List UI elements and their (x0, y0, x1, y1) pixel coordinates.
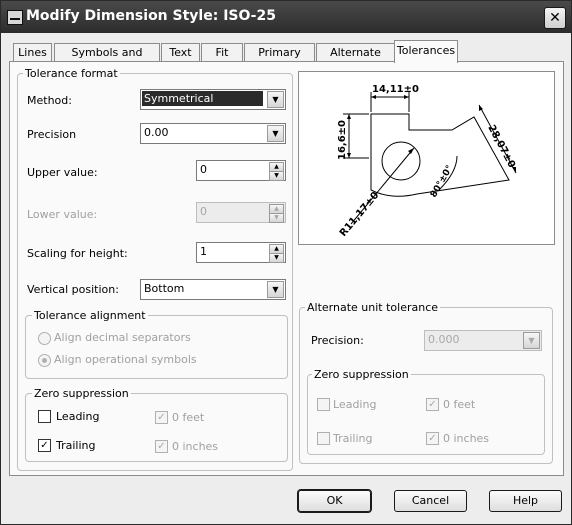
align-operational-label: Align operational symbols (54, 353, 197, 366)
tab-symbols-and-arrows[interactable]: Symbols and Arrows (54, 43, 160, 77)
lower-value-input[interactable]: 0 (200, 205, 207, 218)
autocad-dimstyle-icon (7, 10, 23, 25)
feet-checkbox[interactable]: ✓ (155, 411, 168, 424)
align-operational-radio[interactable] (38, 354, 51, 367)
trailing-label: Trailing (56, 439, 96, 452)
feet-label: 0 feet (172, 411, 205, 424)
alt-leading-label: Leading (333, 398, 377, 411)
alt-feet-checkbox[interactable]: ✓ (426, 398, 439, 411)
tolerance-alignment-group (25, 315, 288, 379)
chevron-down-icon[interactable]: ▼ (267, 281, 284, 298)
part-hole (381, 141, 421, 181)
zero-suppression-legend: Zero suppression (32, 387, 131, 400)
alt-precision-dropdown[interactable]: 0.000 ▼ (424, 330, 542, 351)
dim-angle-text: 80°±0° (429, 164, 455, 200)
chevron-down-icon[interactable]: ▼ (267, 91, 284, 108)
alt-precision-label: Precision: (311, 334, 364, 347)
upper-value-spinner[interactable]: 0 ▲ ▼ (196, 160, 286, 181)
upper-value-label: Upper value: (27, 166, 98, 179)
tab-tolerances[interactable]: Tolerances (394, 40, 458, 63)
dialog-window: Modify Dimension Style: ISO-25 ✕ Lines S… (0, 0, 572, 525)
title-bar[interactable]: Modify Dimension Style: ISO-25 ✕ (1, 1, 571, 33)
tolerance-alignment-legend: Tolerance alignment (32, 309, 148, 322)
scaling-height-spinner[interactable]: 1 ▲ ▼ (196, 242, 286, 263)
spin-down-icon[interactable]: ▼ (269, 213, 284, 223)
lower-value-spinner[interactable]: 0 ▲ ▼ (196, 202, 286, 223)
vertical-position-dropdown[interactable]: Bottom ▼ (140, 279, 286, 300)
trailing-checkbox[interactable]: ✓ (38, 439, 51, 452)
align-decimal-label: Align decimal separators (54, 331, 191, 344)
spin-down-icon[interactable]: ▼ (269, 253, 284, 263)
scaling-height-label: Scaling for height: (27, 247, 128, 260)
alt-trailing-label: Trailing (333, 432, 373, 445)
alt-inches-label: 0 inches (443, 432, 490, 445)
alt-feet-label: 0 feet (443, 398, 476, 411)
leading-label: Leading (56, 410, 100, 423)
precision-value: 0.00 (144, 126, 169, 139)
close-button[interactable]: ✕ (544, 7, 566, 29)
precision-label: Precision (27, 128, 77, 141)
alternate-unit-tolerance-legend: Alternate unit tolerance (305, 301, 441, 314)
leading-checkbox[interactable] (38, 410, 51, 423)
dimension-preview: 14,11±0 16,6±0 28,07±0 80°±0° R11,17±0 (298, 71, 555, 245)
help-button[interactable]: Help (489, 490, 562, 512)
tab-fit[interactable]: Fit (201, 43, 243, 62)
alt-trailing-checkbox[interactable] (317, 432, 330, 445)
tab-primary-units[interactable]: Primary Units (244, 43, 315, 77)
cancel-button[interactable]: Cancel (394, 490, 467, 512)
alt-leading-checkbox[interactable] (317, 398, 330, 411)
tab-alternate-units[interactable]: Alternate Units (316, 43, 395, 77)
vertical-position-label: Vertical position: (27, 283, 119, 296)
preview-drawing: 14,11±0 16,6±0 28,07±0 80°±0° R11,17±0 (337, 84, 517, 239)
alt-inches-checkbox[interactable]: ✓ (426, 432, 439, 445)
align-decimal-radio[interactable] (38, 332, 51, 345)
method-dropdown[interactable]: Symmetrical ▼ (140, 89, 286, 110)
tab-lines[interactable]: Lines (13, 43, 52, 62)
upper-value-input[interactable]: 0 (200, 163, 207, 176)
chevron-down-icon[interactable]: ▼ (523, 332, 540, 349)
alt-zero-suppression-legend: Zero suppression (312, 368, 411, 381)
method-value: Symmetrical (144, 92, 214, 105)
tolerance-format-legend: Tolerance format (23, 67, 120, 80)
vertical-position-value: Bottom (144, 282, 185, 295)
spin-down-icon[interactable]: ▼ (269, 171, 284, 181)
dim-radius-text: R11,17±0 (338, 190, 382, 239)
inches-checkbox[interactable]: ✓ (155, 440, 168, 453)
precision-dropdown[interactable]: 0.00 ▼ (140, 123, 286, 144)
dim-left-text: 16,6±0 (337, 120, 348, 160)
scaling-height-input[interactable]: 1 (200, 245, 207, 258)
inches-label: 0 inches (172, 440, 219, 453)
alt-precision-value: 0.000 (428, 333, 460, 346)
lower-value-label: Lower value: (27, 208, 98, 221)
chevron-down-icon[interactable]: ▼ (267, 125, 284, 142)
tab-text[interactable]: Text (161, 43, 200, 62)
ok-button[interactable]: OK (298, 490, 371, 512)
dim-top-text: 14,11±0 (372, 84, 419, 95)
window-title: Modify Dimension Style: ISO-25 (26, 8, 276, 24)
method-label: Method: (27, 94, 72, 107)
